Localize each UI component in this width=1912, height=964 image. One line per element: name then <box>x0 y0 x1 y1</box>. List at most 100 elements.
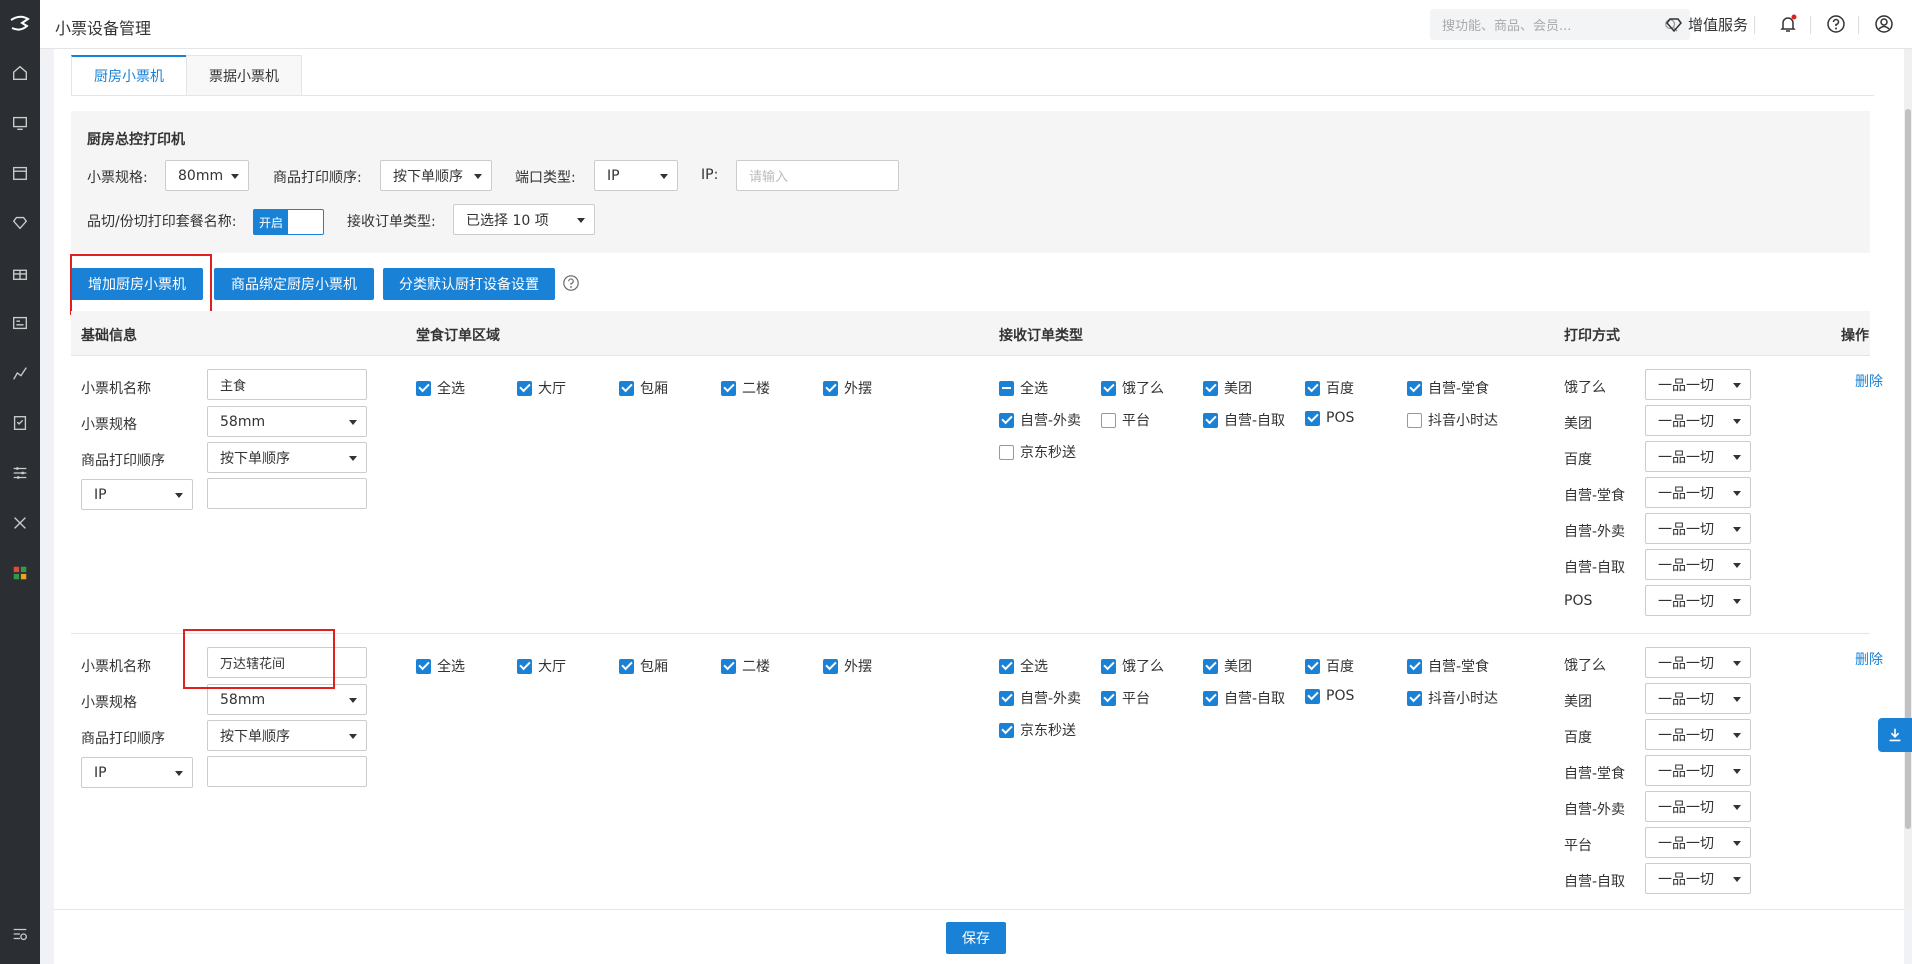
order-type-checkbox[interactable]: 抖音小时达 <box>1407 410 1498 430</box>
dine-area-checkbox[interactable]: 大厅 <box>517 656 566 676</box>
checkbox-box[interactable] <box>1407 690 1422 706</box>
checkbox-box[interactable] <box>619 380 634 396</box>
dine-area-checkbox[interactable]: 全选 <box>416 378 465 398</box>
dine-area-checkbox[interactable]: 外摆 <box>823 656 872 676</box>
printer-ip-input[interactable] <box>207 756 367 787</box>
order-type-checkbox[interactable]: 平台 <box>1101 410 1150 430</box>
sidebar-collapse[interactable] <box>0 914 40 954</box>
dine-area-checkbox[interactable]: 包厢 <box>619 378 668 398</box>
checkbox-box[interactable] <box>999 658 1014 674</box>
print-mode-select[interactable]: 一品一切 <box>1645 827 1751 858</box>
sidebar-item-cashier[interactable] <box>0 98 40 148</box>
dine-area-checkbox[interactable]: 二楼 <box>721 378 770 398</box>
checkbox-box[interactable] <box>999 444 1014 460</box>
checkbox-box[interactable] <box>416 380 431 396</box>
printer-order-select[interactable]: 按下单顺序 <box>207 720 367 751</box>
checkbox-box[interactable] <box>517 380 532 396</box>
print-mode-select[interactable]: 一品一切 <box>1645 477 1751 508</box>
print-mode-select[interactable]: 一品一切 <box>1645 369 1751 400</box>
delete-link[interactable]: 删除 <box>1855 371 1883 391</box>
delete-link[interactable]: 删除 <box>1855 649 1883 669</box>
checkbox-box[interactable] <box>619 658 634 674</box>
dine-area-checkbox[interactable]: 大厅 <box>517 378 566 398</box>
sidebar-item-marketing[interactable] <box>0 248 40 298</box>
dine-area-checkbox[interactable]: 二楼 <box>721 656 770 676</box>
print-mode-select[interactable]: 一品一切 <box>1645 513 1751 544</box>
print-order-select[interactable]: 按下单顺序 <box>380 160 492 191</box>
checkbox-box[interactable] <box>1101 380 1116 396</box>
checkbox-box[interactable] <box>1407 412 1422 428</box>
dine-area-checkbox[interactable]: 全选 <box>416 656 465 676</box>
help-icon[interactable] <box>1826 14 1846 34</box>
checkbox-box[interactable] <box>999 722 1014 738</box>
print-mode-select[interactable]: 一品一切 <box>1645 755 1751 786</box>
printer-size-select[interactable]: 58mm <box>207 406 367 437</box>
order-type-checkbox[interactable]: 自营-自取 <box>1203 688 1285 708</box>
order-type-checkbox[interactable]: 自营-自取 <box>1203 410 1285 430</box>
sidebar-item-tools[interactable] <box>0 498 40 548</box>
checkbox-box[interactable] <box>1203 658 1218 674</box>
combo-name-toggle[interactable]: 开启 <box>253 209 324 235</box>
search-input[interactable]: 搜功能、商品、会员... <box>1430 9 1690 40</box>
print-mode-select[interactable]: 一品一切 <box>1645 441 1751 472</box>
order-type-checkbox[interactable]: 全选 <box>999 378 1048 398</box>
checkbox-box[interactable] <box>1203 690 1218 706</box>
checkbox-box[interactable] <box>416 658 431 674</box>
checkbox-box[interactable] <box>1101 690 1116 706</box>
size-select[interactable]: 80mm <box>165 160 249 191</box>
print-mode-select[interactable]: 一品一切 <box>1645 585 1751 616</box>
dine-area-checkbox[interactable]: 包厢 <box>619 656 668 676</box>
order-type-checkbox[interactable]: 自营-外卖 <box>999 410 1081 430</box>
checkbox-box[interactable] <box>1305 658 1320 674</box>
checkbox-box[interactable] <box>1305 410 1320 426</box>
download-button[interactable] <box>1878 718 1912 752</box>
order-type-checkbox[interactable]: POS <box>1305 688 1354 704</box>
print-mode-select[interactable]: 一品一切 <box>1645 683 1751 714</box>
print-mode-select[interactable]: 一品一切 <box>1645 647 1751 678</box>
dine-area-checkbox[interactable]: 外摆 <box>823 378 872 398</box>
print-mode-select[interactable]: 一品一切 <box>1645 791 1751 822</box>
user-icon[interactable] <box>1874 14 1894 34</box>
print-mode-select[interactable]: 一品一切 <box>1645 405 1751 436</box>
order-type-checkbox[interactable]: 自营-堂食 <box>1407 656 1489 676</box>
order-type-checkbox[interactable]: 百度 <box>1305 378 1354 398</box>
order-type-checkbox[interactable]: POS <box>1305 410 1354 426</box>
checkbox-box[interactable] <box>999 690 1014 706</box>
ip-input[interactable]: 请输入 <box>736 160 899 191</box>
printer-port-select[interactable]: IP <box>81 757 193 788</box>
order-type-checkbox[interactable]: 自营-外卖 <box>999 688 1081 708</box>
app-logo[interactable] <box>0 0 40 48</box>
checkbox-box[interactable] <box>721 658 736 674</box>
order-type-checkbox[interactable]: 饿了么 <box>1101 656 1164 676</box>
checkbox-box[interactable] <box>1305 688 1320 704</box>
checkbox-box[interactable] <box>999 412 1014 428</box>
printer-ip-input[interactable] <box>207 478 367 509</box>
sidebar-item-home[interactable] <box>0 48 40 98</box>
tab-kitchen-printer[interactable]: 厨房小票机 <box>71 55 187 96</box>
printer-name-input[interactable]: 主食 <box>207 369 367 400</box>
order-type-checkbox[interactable]: 百度 <box>1305 656 1354 676</box>
order-type-checkbox[interactable]: 平台 <box>1101 688 1150 708</box>
checkbox-box[interactable] <box>517 658 532 674</box>
printer-port-select[interactable]: IP <box>81 479 193 510</box>
order-type-checkbox[interactable]: 京东秒送 <box>999 720 1076 740</box>
port-type-select[interactable]: IP <box>594 160 678 191</box>
order-type-checkbox[interactable]: 美团 <box>1203 378 1252 398</box>
order-type-checkbox[interactable]: 京东秒送 <box>999 442 1076 462</box>
bind-product-printer-button[interactable]: 商品绑定厨房小票机 <box>214 268 374 300</box>
sidebar-item-report[interactable] <box>0 348 40 398</box>
order-type-select[interactable]: 已选择 10 项 <box>453 204 595 235</box>
tab-receipt-printer[interactable]: 票据小票机 <box>186 55 302 96</box>
order-type-checkbox[interactable]: 全选 <box>999 656 1048 676</box>
print-mode-select[interactable]: 一品一切 <box>1645 863 1751 894</box>
checkbox-box[interactable] <box>1101 412 1116 428</box>
checkbox-box[interactable] <box>1101 658 1116 674</box>
printer-order-select[interactable]: 按下单顺序 <box>207 442 367 473</box>
order-type-checkbox[interactable]: 美团 <box>1203 656 1252 676</box>
print-mode-select[interactable]: 一品一切 <box>1645 549 1751 580</box>
checkbox-box[interactable] <box>1203 412 1218 428</box>
checkbox-box[interactable] <box>721 380 736 396</box>
bell-icon[interactable] <box>1778 14 1798 34</box>
order-type-checkbox[interactable]: 抖音小时达 <box>1407 688 1498 708</box>
checkbox-box[interactable] <box>1407 380 1422 396</box>
